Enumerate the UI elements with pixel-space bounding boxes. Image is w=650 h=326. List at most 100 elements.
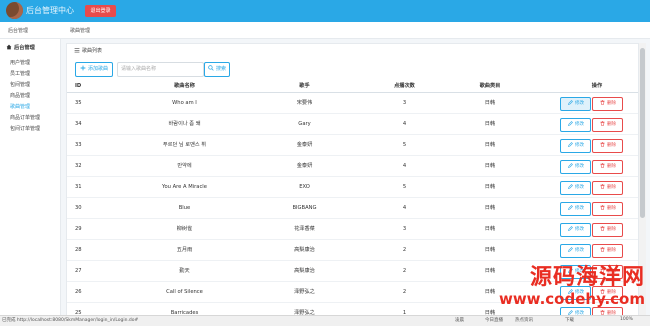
- edit-button[interactable]: 修改: [560, 244, 591, 258]
- cell-name: Blue: [178, 205, 191, 211]
- app-title: 后台管理中心: [26, 6, 74, 15]
- cell-id: 34: [75, 121, 82, 127]
- search-input[interactable]: 请输入歌曲名称: [117, 62, 204, 77]
- cell-plays: 2: [402, 268, 407, 274]
- sidebar-item-label: 包间订单管理: [10, 126, 41, 132]
- trash-icon: [599, 120, 605, 126]
- edit-button[interactable]: 修改: [560, 139, 591, 153]
- cell-category: 日韩: [484, 121, 496, 127]
- edit-label: 修改: [575, 248, 584, 253]
- cell-plays: 4: [402, 205, 407, 211]
- cell-name: 柳树雀: [176, 226, 193, 232]
- cell-singer: BIGBANG: [292, 205, 317, 211]
- cell-category: 日韩: [484, 142, 496, 148]
- cell-singer: 高梨康治: [294, 268, 315, 274]
- cell-plays: 2: [402, 247, 407, 253]
- avatar[interactable]: [6, 2, 23, 19]
- edit-button[interactable]: 修改: [560, 118, 591, 132]
- cell-id: 31: [75, 184, 82, 190]
- edit-button[interactable]: 修改: [560, 223, 591, 237]
- sidebar-item-label: 用户管理: [10, 60, 31, 66]
- table-row: 33 푸르던 님 로맨스 뷔 金泰妍 5 日韩 修改 删除: [67, 135, 638, 156]
- home-icon: [6, 44, 12, 50]
- column-header-id: ID: [75, 83, 82, 89]
- cell-category: 日韩: [484, 163, 496, 169]
- cell-singer: Gary: [298, 121, 311, 127]
- watermark-url: www.codehy.com: [498, 290, 645, 308]
- edit-label: 修改: [575, 164, 584, 169]
- edit-button[interactable]: 修改: [560, 97, 591, 111]
- cell-singer: 泽野弘之: [294, 289, 315, 295]
- cell-singer: 高梨康治: [294, 247, 315, 253]
- cell-id: 27: [75, 268, 82, 274]
- sidebar-item-label: 员工管理: [10, 71, 31, 77]
- search-button[interactable]: 搜索: [204, 62, 230, 77]
- status-item[interactable]: 100%: [620, 317, 633, 322]
- page-title: 歌曲管理: [70, 28, 91, 34]
- delete-label: 删除: [607, 101, 616, 106]
- cell-plays: 3: [402, 100, 407, 106]
- trash-icon: [599, 246, 605, 252]
- sidebar-item-users[interactable]: 用户管理: [10, 59, 30, 66]
- delete-button[interactable]: 删除: [592, 244, 623, 258]
- edit-button[interactable]: 修改: [560, 181, 591, 195]
- sidebar-item-songs[interactable]: 歌曲管理: [10, 103, 30, 110]
- edit-label: 修改: [575, 143, 584, 148]
- edit-icon: [567, 162, 573, 168]
- edit-icon: [567, 141, 573, 147]
- search-button-label: 搜索: [215, 66, 226, 72]
- sidebar-item-products[interactable]: 商品管理: [10, 92, 30, 99]
- edit-button[interactable]: 修改: [560, 202, 591, 216]
- cell-category: 日韩: [484, 184, 496, 190]
- breadcrumb[interactable]: 后台管理: [8, 27, 28, 34]
- delete-button[interactable]: 删除: [592, 118, 623, 132]
- cell-name: 勤天: [179, 268, 190, 274]
- cell-category: 日韩: [484, 100, 496, 106]
- cell-singer: 花泽香菜: [294, 226, 315, 232]
- delete-label: 删除: [607, 185, 616, 190]
- delete-button[interactable]: 删除: [592, 97, 623, 111]
- column-header-plays: 点播次数: [394, 83, 415, 89]
- cell-singer: EXO: [299, 184, 310, 190]
- add-song-button[interactable]: 添加歌曲: [75, 62, 113, 77]
- table-row: 31 You Are A Miracle EXO 5 日韩 修改 删除: [67, 177, 638, 198]
- cell-category: 日韩: [484, 226, 496, 232]
- edit-label: 修改: [575, 206, 584, 211]
- delete-button[interactable]: 删除: [592, 223, 623, 237]
- sidebar-item-staff[interactable]: 员工管理: [10, 70, 30, 77]
- status-item[interactable]: 下载: [565, 317, 574, 323]
- logout-button[interactable]: 退出登录: [85, 5, 116, 17]
- status-item[interactable]: 今日直播: [485, 317, 503, 323]
- cell-id: 35: [75, 100, 82, 106]
- column-header-singer: 歌手: [299, 83, 310, 89]
- delete-button[interactable]: 删除: [592, 139, 623, 153]
- table-row: 32 만약에 金泰妍 4 日韩 修改 删除: [67, 156, 638, 177]
- delete-button[interactable]: 删除: [592, 202, 623, 216]
- cell-id: 26: [75, 289, 82, 295]
- sidebar-item-rooms[interactable]: 包间管理: [10, 81, 30, 88]
- scrollbar-thumb[interactable]: [640, 48, 645, 218]
- delete-button[interactable]: 删除: [592, 181, 623, 195]
- edit-label: 修改: [575, 101, 584, 106]
- cell-name: 바람이나 좀 쐐: [168, 121, 201, 127]
- edit-button[interactable]: 修改: [560, 160, 591, 174]
- sidebar-item-product-orders[interactable]: 商品订单管理: [10, 114, 40, 121]
- status-item[interactable]: 热点资讯: [515, 317, 533, 323]
- cell-name: Call of Silence: [166, 289, 203, 295]
- table-row: 35 Who am I 宋要伟 3 日韩 修改 删除: [67, 93, 638, 114]
- sidebar-header-label: 后台管理: [14, 45, 35, 51]
- sidebar-item-label: 商品订单管理: [10, 115, 41, 121]
- column-header-name: 歌曲名称: [174, 83, 195, 89]
- cell-id: 28: [75, 247, 82, 253]
- cell-id: 29: [75, 226, 82, 232]
- table-row: 30 Blue BIGBANG 4 日韩 修改 删除: [67, 198, 638, 219]
- sidebar-item-room-orders[interactable]: 包间订单管理: [10, 125, 40, 132]
- edit-label: 修改: [575, 227, 584, 232]
- add-song-label: 添加歌曲: [87, 66, 108, 72]
- status-item[interactable]: 凌晨: [455, 317, 464, 323]
- status-url: 已完成 http://localhost:8080/SkmManager/log…: [2, 318, 139, 323]
- cell-id: 33: [75, 142, 82, 148]
- delete-button[interactable]: 删除: [592, 160, 623, 174]
- breadcrumb-bar: 后台管理 歌曲管理: [0, 22, 650, 39]
- sidebar: 后台管理 用户管理 员工管理 包间管理 商品管理 歌曲管理 商品订单管理 包间订…: [0, 39, 61, 315]
